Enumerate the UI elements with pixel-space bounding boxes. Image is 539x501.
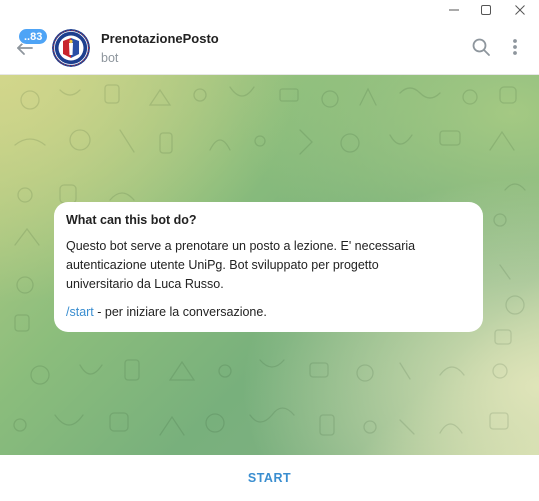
search-icon[interactable]: [469, 35, 493, 59]
unread-badge: ..83: [18, 28, 49, 45]
command-description: - per iniziare la conversazione.: [93, 305, 267, 319]
card-command-line: /start - per iniziare la conversazione.: [66, 303, 471, 322]
window-titlebar: [0, 0, 539, 19]
minimize-icon[interactable]: [440, 0, 468, 19]
more-vertical-icon[interactable]: [503, 35, 527, 59]
start-button[interactable]: START: [232, 465, 307, 491]
bot-info-card: What can this bot do? Questo bot serve a…: [54, 202, 483, 332]
chat-area: What can this bot do? Questo bot serve a…: [0, 75, 539, 455]
university-seal-icon: [52, 29, 90, 67]
avatar[interactable]: [52, 29, 90, 67]
close-icon[interactable]: [506, 0, 534, 19]
card-description: Questo bot serve a prenotare un posto a …: [66, 239, 416, 291]
card-heading: What can this bot do?: [66, 213, 197, 227]
chat-subtitle: bot: [101, 51, 119, 65]
chat-header: ..83 PrenotazionePosto bot: [0, 19, 539, 75]
maximize-icon[interactable]: [472, 0, 500, 19]
chat-title[interactable]: PrenotazionePosto: [101, 31, 219, 46]
bottom-bar: START: [0, 455, 539, 501]
start-command-link[interactable]: /start: [66, 305, 94, 319]
